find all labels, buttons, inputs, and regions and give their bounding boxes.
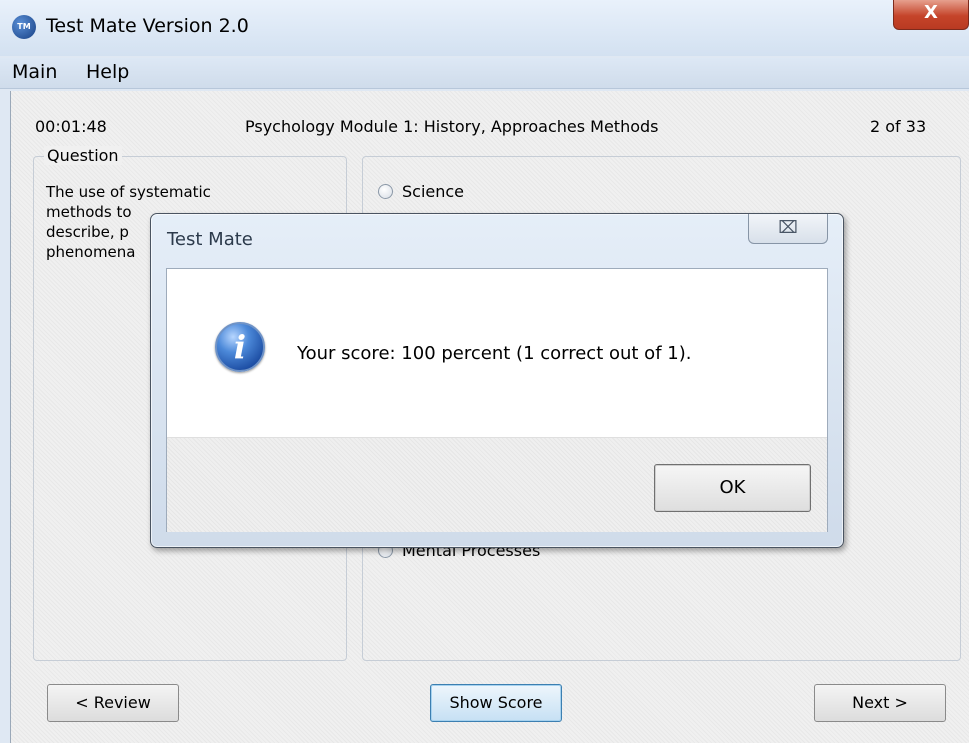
question-line: The use of systematic (46, 183, 211, 201)
dialog-title: Test Mate (167, 229, 253, 250)
ok-button[interactable]: OK (654, 464, 811, 512)
menu-main[interactable]: Main (12, 61, 57, 83)
title-bar: TM Test Mate Version 2.0 X (0, 0, 969, 56)
next-button[interactable]: Next > (814, 684, 946, 722)
module-title: Psychology Module 1: History, Approaches… (245, 117, 659, 136)
question-legend: Question (44, 146, 122, 165)
dialog-content: i Your score: 100 percent (1 correct out… (167, 269, 827, 437)
answer-option-science[interactable]: Science (378, 182, 464, 201)
app-logo-icon: TM (12, 15, 36, 39)
answer-label: Science (402, 182, 465, 201)
show-score-button[interactable]: Show Score (430, 684, 562, 722)
review-button[interactable]: < Review (47, 684, 179, 722)
window-close-button[interactable]: X (893, 0, 969, 30)
test-mate-window: TM Test Mate Version 2.0 X Main Help 00:… (0, 0, 969, 743)
window-title: Test Mate Version 2.0 (46, 15, 249, 37)
score-dialog: Test Mate ⌧ i Your score: 100 percent (1… (150, 213, 844, 548)
info-icon: i (215, 322, 265, 372)
dialog-close-button[interactable]: ⌧ (748, 214, 828, 244)
menu-help[interactable]: Help (86, 61, 129, 83)
dialog-message: Your score: 100 percent (1 correct out o… (297, 343, 692, 364)
radio-button[interactable] (378, 184, 393, 199)
menu-bar: Main Help (0, 58, 969, 89)
dialog-body: i Your score: 100 percent (1 correct out… (166, 268, 828, 532)
timer: 00:01:48 (35, 117, 107, 136)
question-counter: 2 of 33 (870, 117, 927, 136)
